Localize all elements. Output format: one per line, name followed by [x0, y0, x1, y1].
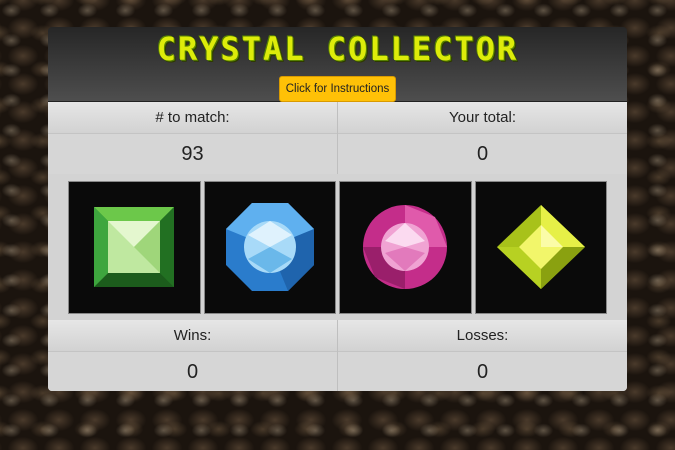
yellow-crystal-icon [496, 205, 585, 289]
game-panel: CRYSTAL COLLECTOR Click for Instructions… [48, 27, 627, 391]
yellow-crystal-button[interactable] [474, 180, 607, 314]
wins-label: Wins: [48, 320, 337, 352]
header: CRYSTAL COLLECTOR Click for Instructions [48, 27, 627, 102]
total-value: 0 [338, 134, 627, 174]
green-crystal-button[interactable] [68, 180, 201, 314]
blue-crystal-button[interactable] [203, 180, 336, 314]
losses-label: Losses: [338, 320, 627, 352]
total-label: Your total: [338, 102, 627, 134]
total-panel: Your total: 0 [337, 102, 627, 174]
losses-panel: Losses: 0 [337, 320, 627, 391]
game-title: CRYSTAL COLLECTOR [156, 30, 519, 68]
target-value: 93 [48, 134, 337, 174]
blue-crystal-icon [225, 203, 314, 291]
pink-crystal-icon [363, 205, 448, 289]
target-panel: # to match: 93 [48, 102, 337, 174]
target-label: # to match: [48, 102, 337, 134]
instructions-button[interactable]: Click for Instructions [278, 76, 397, 102]
wins-value: 0 [48, 352, 337, 391]
losses-value: 0 [338, 352, 627, 391]
crystal-row [48, 174, 627, 320]
score-row: # to match: 93 Your total: 0 [48, 102, 627, 174]
green-crystal-icon [94, 207, 175, 287]
record-row: Wins: 0 Losses: 0 [48, 320, 627, 391]
wins-panel: Wins: 0 [48, 320, 337, 391]
pink-crystal-button[interactable] [339, 180, 472, 314]
